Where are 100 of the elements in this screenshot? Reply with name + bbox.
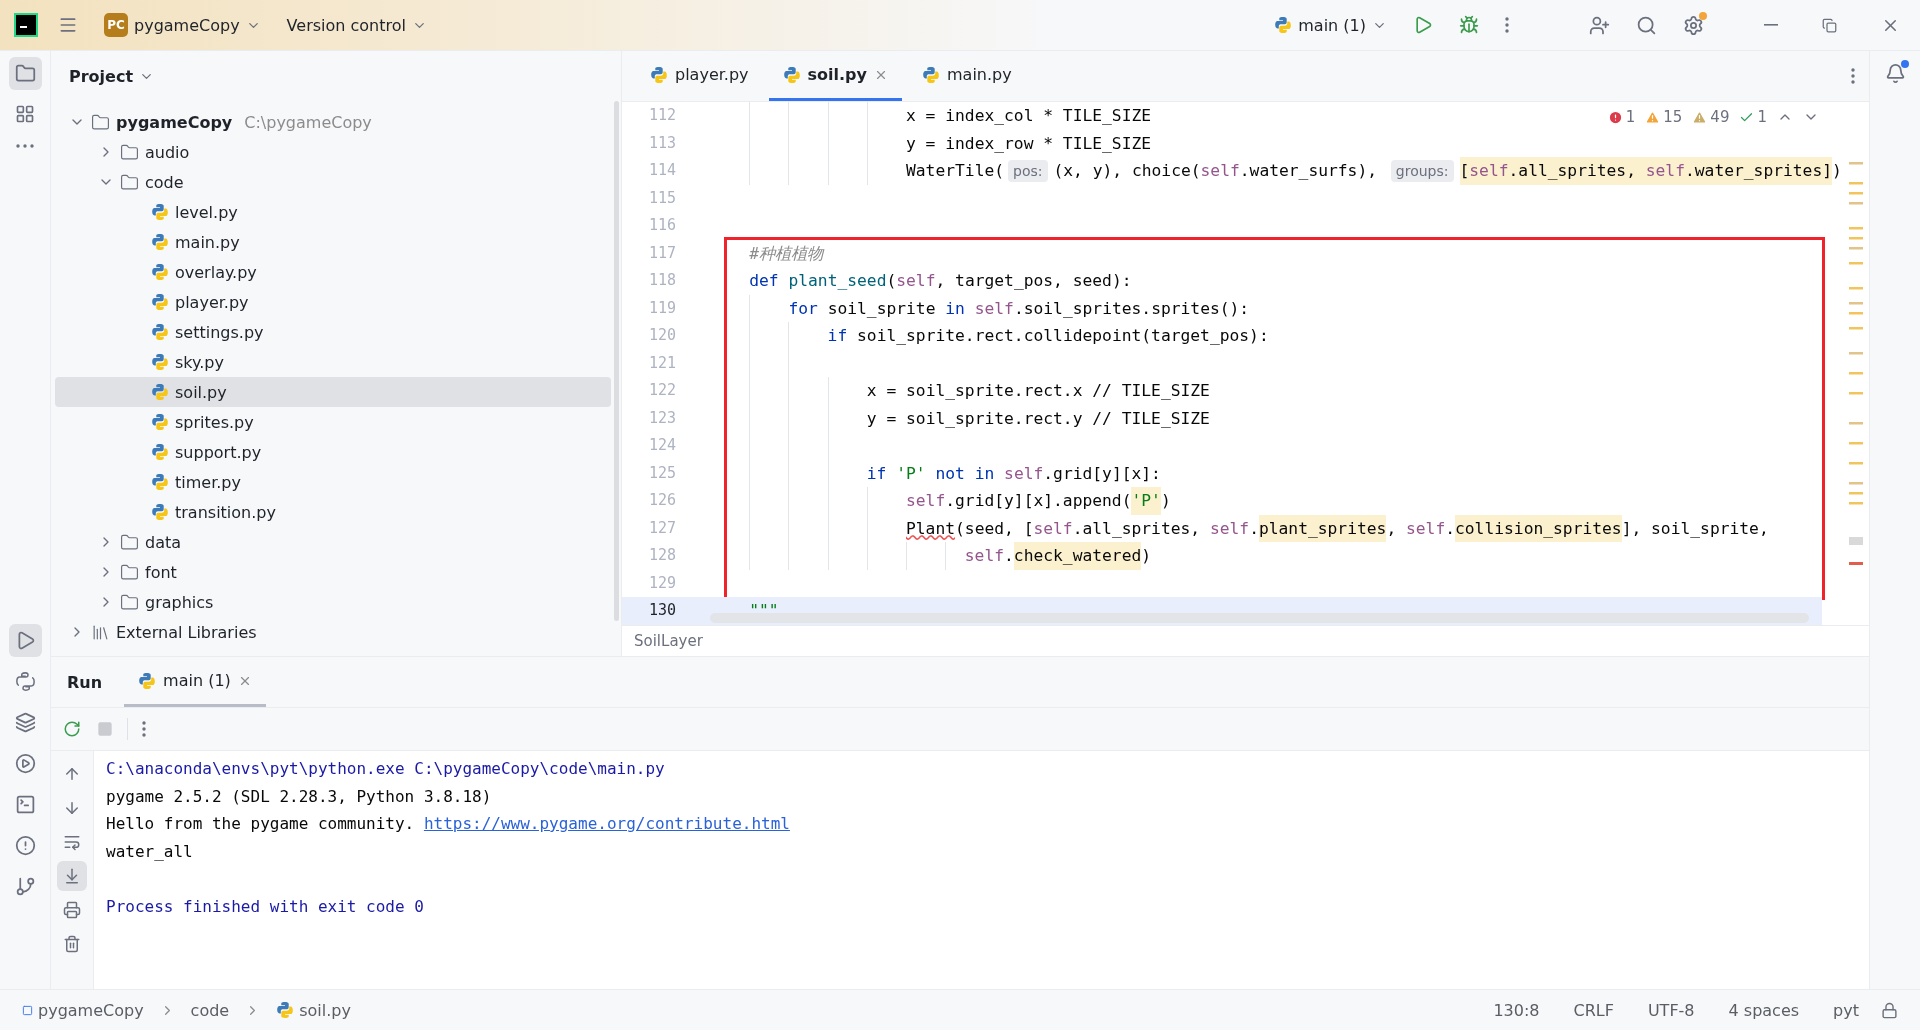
tree-item[interactable]: overlay.py bbox=[55, 257, 611, 287]
code-line: Plant(seed, [self.all_sprites, self.plant_sprites, self.collision_sprites], soil_sprite, bbox=[906, 514, 1769, 542]
kebab-icon bbox=[1851, 68, 1855, 84]
run-tool-button[interactable] bbox=[8, 624, 42, 657]
project-switcher[interactable]: PC pygameCopy bbox=[98, 9, 267, 41]
tree-item[interactable]: level.py bbox=[55, 197, 611, 227]
python-icon bbox=[1274, 16, 1293, 34]
warning-icon bbox=[1692, 109, 1708, 125]
tree-item[interactable]: transition.py bbox=[55, 497, 611, 527]
line-number: 120 bbox=[647, 325, 677, 346]
tree-item[interactable]: timer.py bbox=[55, 467, 611, 497]
python-icon bbox=[922, 65, 940, 84]
kebab-icon bbox=[142, 721, 146, 737]
tree-item[interactable]: player.py bbox=[55, 287, 611, 317]
status-item[interactable]: UTF-8 bbox=[1641, 998, 1701, 1022]
editor-tab[interactable]: main.py bbox=[908, 51, 1026, 101]
tree-item[interactable]: code bbox=[55, 167, 611, 197]
editor-tab[interactable]: player.py bbox=[636, 51, 763, 101]
inspection-count[interactable]: 1 bbox=[1739, 108, 1767, 126]
inspection-count[interactable]: 1 bbox=[1607, 108, 1636, 126]
code-line: self.grid[y][x].append('P') bbox=[906, 487, 1171, 515]
line-number: 114 bbox=[647, 160, 677, 181]
breadcrumb-item[interactable]: pygameCopy bbox=[16, 998, 150, 1022]
python-icon bbox=[151, 503, 169, 521]
app-logo-icon bbox=[14, 13, 38, 37]
run-tab[interactable]: main (1) bbox=[124, 657, 266, 707]
code-line: WaterTile( pos: (x, y), choice(self.water_surfs), groups: [self.all_sprites, self.water_sprites]) bbox=[906, 157, 1842, 185]
tree-item[interactable]: settings.py bbox=[55, 317, 611, 347]
tree-item[interactable]: sprites.py bbox=[55, 407, 611, 437]
tree-item[interactable]: font bbox=[55, 557, 611, 587]
line-number: 122 bbox=[647, 380, 677, 401]
tree-item-label: level.py bbox=[175, 202, 238, 222]
tree-item-label: settings.py bbox=[175, 322, 264, 342]
scrollbar[interactable] bbox=[613, 101, 619, 621]
tree-item[interactable]: graphics bbox=[55, 587, 611, 617]
tree-item[interactable]: pygameCopy C:\pygameCopy bbox=[55, 107, 611, 137]
python-icon bbox=[151, 263, 169, 281]
tree-item-label: soil.py bbox=[175, 382, 227, 402]
status-item[interactable]: CRLF bbox=[1567, 998, 1620, 1022]
console-link[interactable]: https://www.pygame.org/contribute.html bbox=[423, 810, 790, 838]
tree-item-label: player.py bbox=[175, 292, 249, 312]
run-panel-title: Run bbox=[67, 672, 103, 692]
lock-icon bbox=[1881, 1001, 1898, 1019]
tree-item-label: support.py bbox=[175, 442, 262, 462]
line-number: 123 bbox=[647, 407, 677, 429]
status-item[interactable]: pyt bbox=[1827, 998, 1865, 1022]
python-icon bbox=[650, 65, 668, 84]
line-number: 121 bbox=[647, 352, 677, 374]
inspection-count[interactable]: 15 bbox=[1645, 108, 1683, 126]
code-line: x = soil_sprite.rect.x // TILE_SIZE bbox=[866, 380, 1210, 402]
tree-item-label: data bbox=[145, 532, 182, 552]
branch-icon bbox=[14, 876, 36, 897]
tree-item[interactable]: main.py bbox=[55, 227, 611, 257]
breadcrumb-item[interactable]: SoilLayer bbox=[634, 632, 703, 650]
console-line: Process finished with exit code 0 bbox=[106, 895, 424, 918]
python-icon bbox=[151, 203, 169, 221]
line-number: 129 bbox=[647, 572, 677, 594]
tree-item[interactable]: support.py bbox=[55, 437, 611, 467]
more-icon bbox=[16, 144, 34, 148]
terminal-icon bbox=[14, 794, 36, 815]
folder-icon bbox=[14, 63, 36, 84]
code-line: if 'P' not in self.grid[y][x]: bbox=[866, 462, 1161, 485]
code-line: x = index_col * TILE_SIZE bbox=[906, 105, 1152, 127]
error-icon bbox=[1607, 109, 1623, 125]
tree-item[interactable]: sky.py bbox=[55, 347, 611, 377]
tree-item-label: transition.py bbox=[175, 502, 276, 522]
settings-icon bbox=[1683, 14, 1704, 36]
stop-icon bbox=[97, 721, 113, 737]
breadcrumb-item[interactable]: soil.py bbox=[270, 998, 357, 1022]
minimize-icon bbox=[1764, 24, 1778, 26]
status-item[interactable]: 4 spaces bbox=[1722, 998, 1806, 1022]
line-number: 126 bbox=[647, 490, 677, 511]
tree-item[interactable]: audio bbox=[55, 137, 611, 167]
python-icon bbox=[151, 473, 169, 491]
version-control-menu[interactable]: Version control bbox=[280, 11, 433, 39]
add-user-icon bbox=[1589, 14, 1610, 36]
square-icon bbox=[22, 1004, 33, 1016]
layers-icon bbox=[14, 712, 36, 733]
tree-item[interactable]: soil.py bbox=[55, 377, 611, 407]
folder-icon bbox=[120, 532, 139, 552]
tree-item-label: pygameCopy bbox=[116, 112, 233, 132]
project-view-dropdown[interactable]: Project bbox=[63, 65, 161, 87]
scroll-to-end-button[interactable] bbox=[57, 861, 87, 891]
editor-tab[interactable]: soil.py bbox=[768, 51, 902, 101]
project-tool-button[interactable] bbox=[8, 57, 42, 90]
tree-item[interactable]: data bbox=[55, 527, 611, 557]
status-item[interactable]: 130:8 bbox=[1487, 998, 1546, 1022]
run-configuration-selector[interactable]: main (1) bbox=[1268, 11, 1393, 39]
tree-item[interactable]: External Libraries bbox=[55, 617, 611, 647]
line-number: 112 bbox=[647, 105, 677, 126]
folder-icon bbox=[120, 592, 139, 612]
inspection-count[interactable]: 49 bbox=[1692, 108, 1730, 126]
python-icon bbox=[151, 323, 169, 341]
line-number: 113 bbox=[647, 132, 677, 154]
console-line: Hello from the pygame community. bbox=[106, 813, 415, 835]
tree-item-label: main.py bbox=[175, 232, 240, 252]
code-line: y = soil_sprite.rect.y // TILE_SIZE bbox=[866, 407, 1210, 430]
folder-icon bbox=[120, 562, 139, 582]
code-line: y = index_row * TILE_SIZE bbox=[906, 132, 1152, 155]
breadcrumb-item[interactable]: code bbox=[184, 998, 236, 1022]
